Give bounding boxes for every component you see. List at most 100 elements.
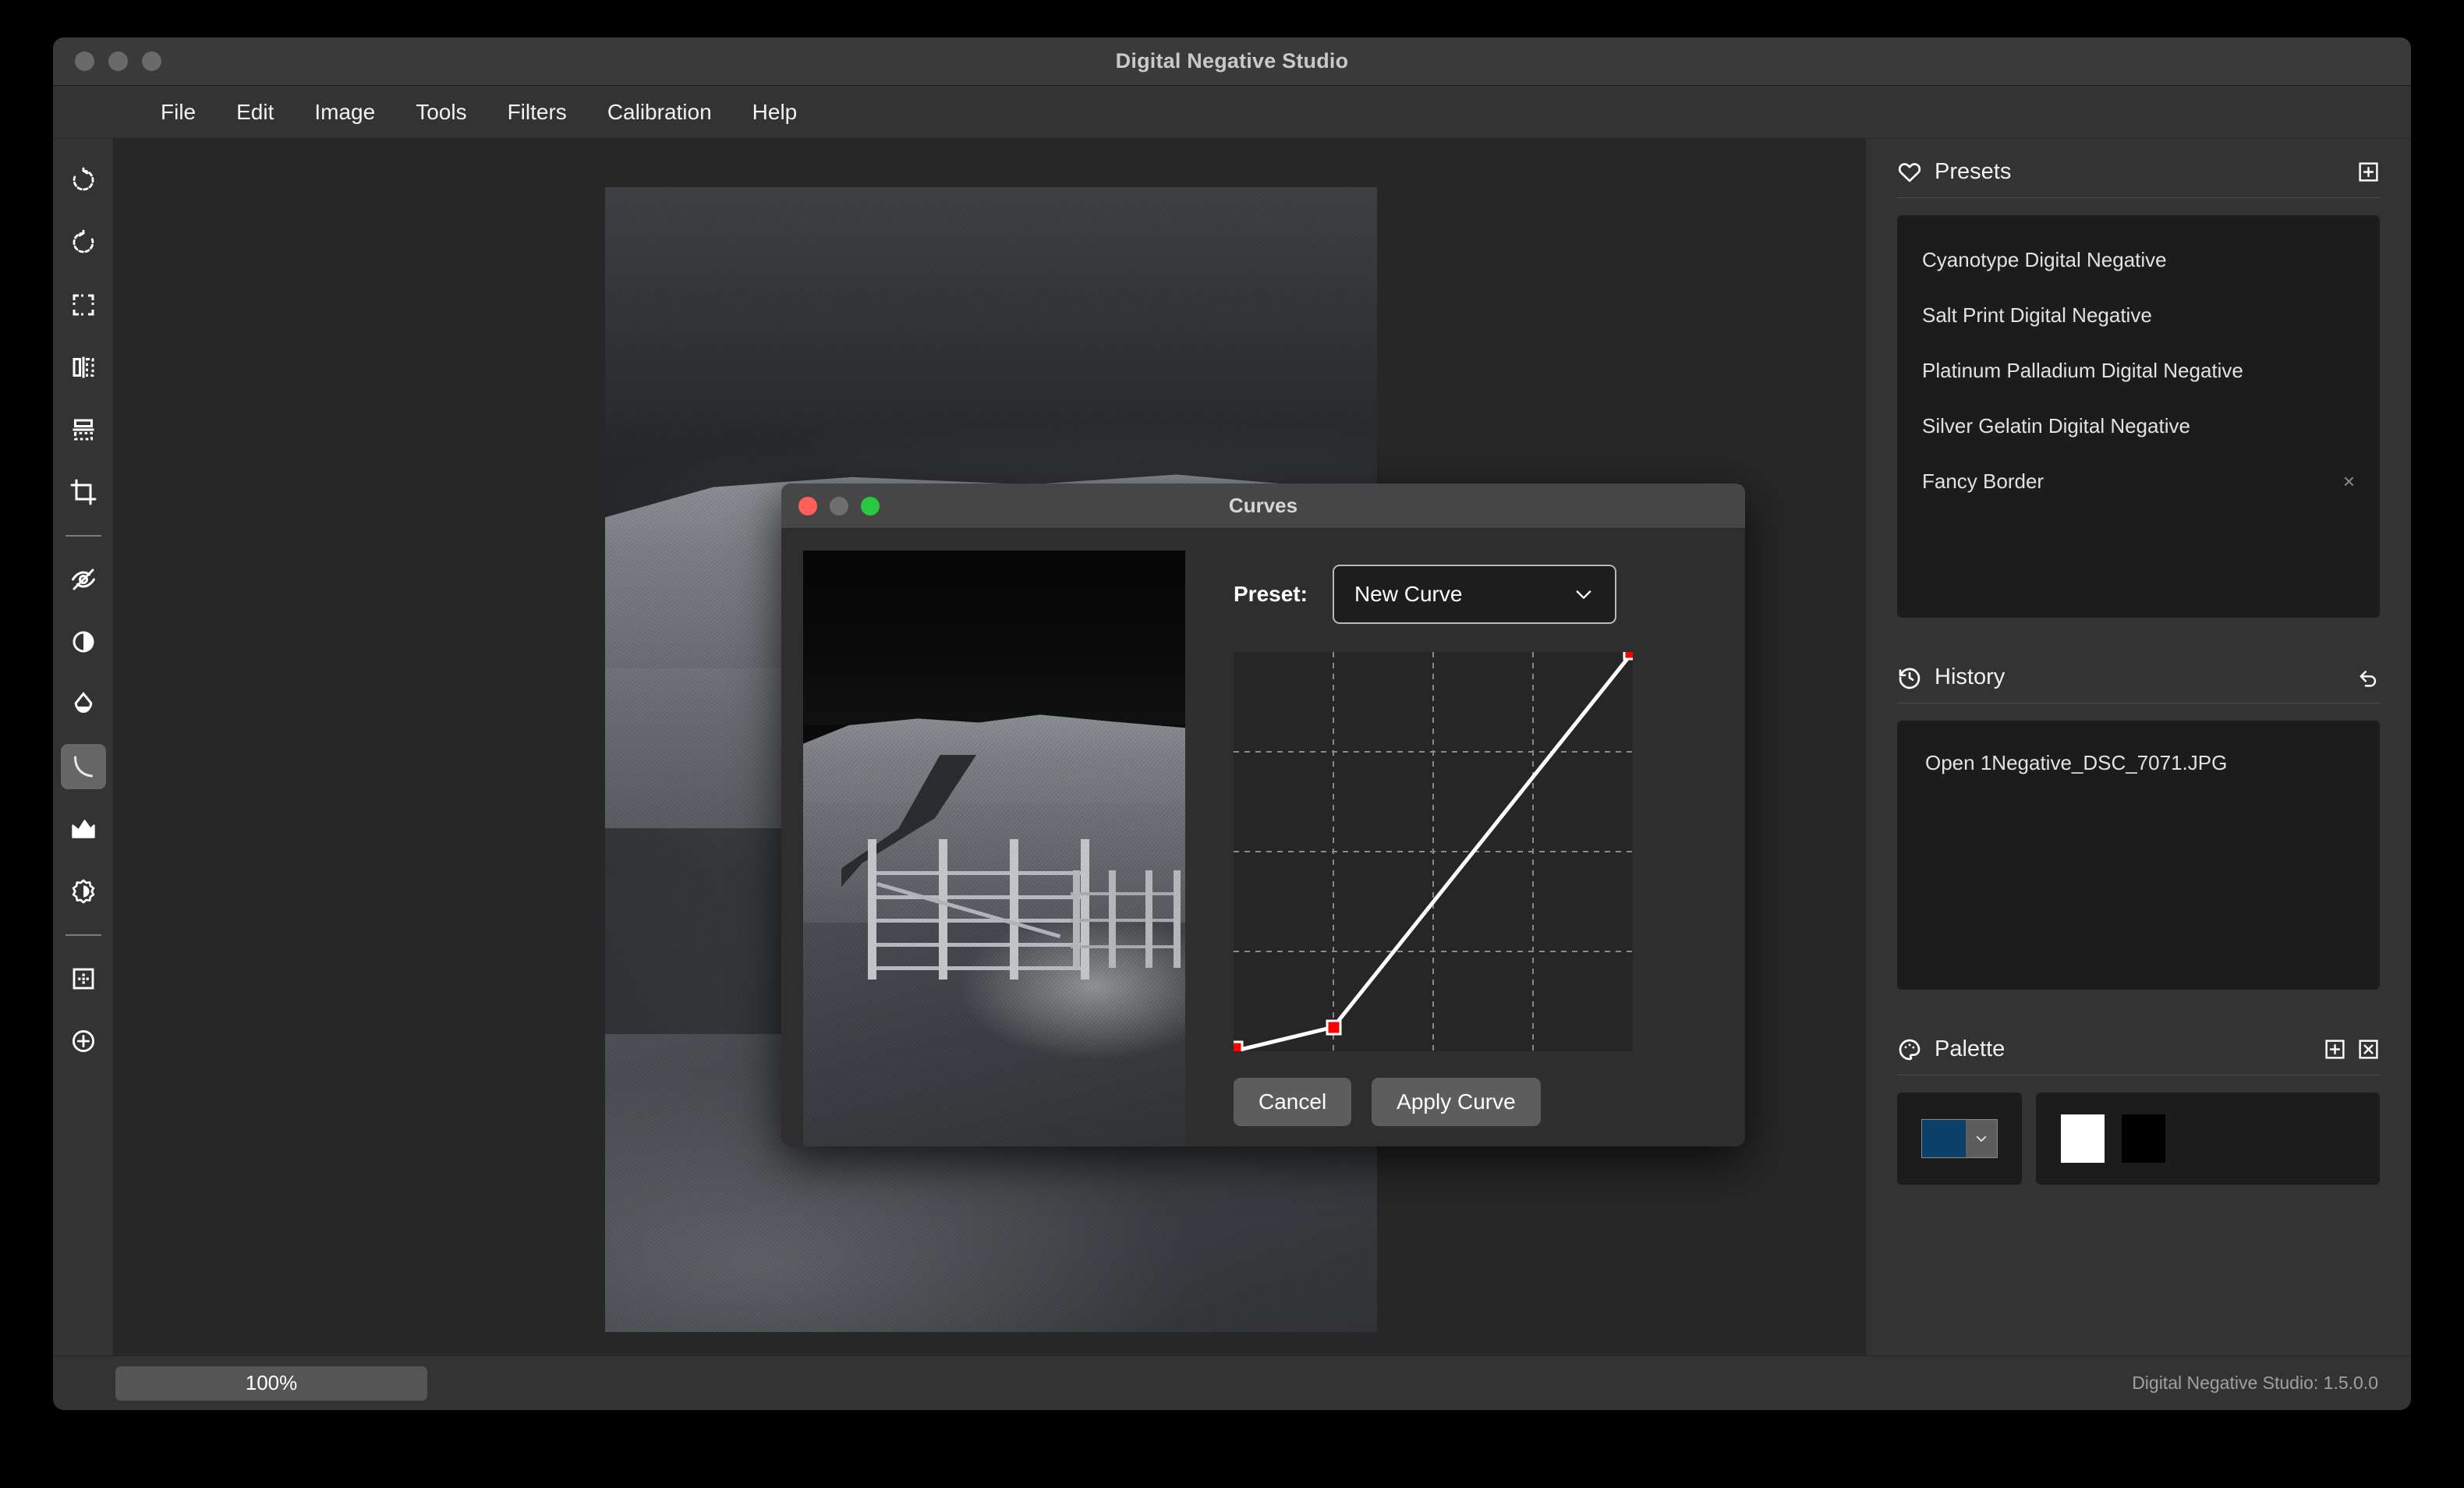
palette-area (1897, 1093, 2380, 1185)
menu-item-help[interactable]: Help (732, 95, 818, 129)
window-title: Digital Negative Studio (53, 49, 2411, 73)
tone-curve-graph[interactable] (1234, 652, 1633, 1051)
presets-panel-actions (2357, 161, 2380, 183)
main-body: Curves (53, 139, 2411, 1355)
crop-tool[interactable] (61, 469, 106, 515)
history-list[interactable]: Open 1Negative_DSC_7071.JPG (1897, 721, 2380, 990)
history-item[interactable]: Open 1Negative_DSC_7071.JPG (1897, 741, 2380, 785)
preset-item-label: Cyanotype Digital Negative (1922, 248, 2167, 272)
statusbar: 100% Digital Negative Studio: 1.5.0.0 (53, 1355, 2411, 1410)
preset-remove-icon[interactable]: × (2343, 469, 2355, 494)
menu-item-filters[interactable]: Filters (487, 95, 587, 129)
menu-item-file[interactable]: File (140, 95, 216, 129)
palette-swatch-white[interactable] (2061, 1114, 2105, 1163)
menu-item-image[interactable]: Image (294, 95, 395, 129)
droplet-tool[interactable] (61, 682, 106, 727)
cancel-button[interactable]: Cancel (1234, 1078, 1351, 1126)
flip-horizontal-icon (69, 353, 97, 381)
preset-item-label: Platinum Palladium Digital Negative (1922, 359, 2243, 383)
menu-item-tools[interactable]: Tools (395, 95, 487, 129)
preset-item-label: Salt Print Digital Negative (1922, 303, 2152, 328)
presets-panel-header: Presets (1897, 139, 2380, 198)
curve-preset-select[interactable]: New Curve (1333, 565, 1616, 624)
add-circle-icon (69, 1027, 97, 1055)
window-traffic-lights (75, 51, 161, 71)
preset-item-cyanotype[interactable]: Cyanotype Digital Negative (1897, 232, 2380, 288)
droplet-icon (69, 690, 97, 718)
image-canvas[interactable]: Curves (114, 139, 1865, 1355)
invert-icon (69, 565, 97, 593)
preview-grain (803, 551, 1185, 1146)
palette-panel-actions (2324, 1038, 2380, 1061)
undo-arrow-icon[interactable] (2357, 666, 2380, 689)
tone-curve-plot[interactable] (1234, 652, 1633, 1051)
curves-dialog-titlebar: Curves (781, 484, 1745, 529)
history-panel-actions (2357, 666, 2380, 689)
left-toolbar (53, 139, 114, 1355)
rotate-clockwise-icon (69, 166, 97, 194)
palette-swatch-list[interactable] (2036, 1093, 2380, 1185)
rotate-clockwise-tool[interactable] (61, 158, 106, 203)
presets-panel-title: Presets (1935, 159, 2345, 185)
flip-horizontal-tool[interactable] (61, 345, 106, 390)
right-sidebar: Presets Cyanotype Digital Negative Salt … (1865, 139, 2411, 1355)
curves-dialog-close-button[interactable] (798, 497, 817, 515)
curve-gridlines (1234, 652, 1633, 1051)
history-panel-title: History (1935, 664, 2345, 690)
add-circle-tool[interactable] (61, 1019, 106, 1064)
preset-item-label: Silver Gelatin Digital Negative (1922, 414, 2190, 438)
preset-item-silver-gelatin[interactable]: Silver Gelatin Digital Negative (1897, 399, 2380, 454)
curves-dialog-buttons: Cancel Apply Curve (1234, 1078, 1714, 1126)
contrast-tool[interactable] (61, 619, 106, 664)
select-rectangle-tool[interactable] (61, 282, 106, 328)
flip-vertical-tool[interactable] (61, 407, 106, 452)
menu-item-calibration[interactable]: Calibration (587, 95, 732, 129)
apply-curve-button[interactable]: Apply Curve (1372, 1078, 1541, 1126)
histogram-tool[interactable] (61, 806, 106, 852)
plus-box-icon[interactable] (2357, 161, 2380, 183)
palette-panel-header: Palette (1897, 1016, 2380, 1075)
preset-item-fancy-border[interactable]: Fancy Border × (1897, 454, 2380, 509)
x-box-icon[interactable] (2357, 1038, 2380, 1061)
window-titlebar: Digital Negative Studio (53, 37, 2411, 86)
curves-dialog-title: Curves (781, 494, 1745, 518)
rotate-counterclockwise-tool[interactable] (61, 220, 106, 265)
presets-list[interactable]: Cyanotype Digital Negative Salt Print Di… (1897, 215, 2380, 618)
contrast-icon (69, 628, 97, 656)
curves-dialog[interactable]: Curves (781, 484, 1745, 1146)
grain-icon (69, 965, 97, 993)
heart-icon (1897, 160, 1922, 185)
curve-preset-value: New Curve (1354, 582, 1462, 607)
brightness-tool[interactable] (61, 869, 106, 914)
chevron-down-icon (1974, 1132, 1988, 1146)
curves-dialog-body: Preset: New Curve (781, 529, 1745, 1146)
zoom-level-field[interactable]: 100% (115, 1366, 427, 1401)
curves-dialog-minimize-button[interactable] (830, 497, 848, 515)
curves-preview-pane (781, 529, 1207, 1146)
palette-current-color[interactable] (1897, 1093, 2022, 1185)
curves-dialog-maximize-button[interactable] (861, 497, 880, 515)
window-maximize-button[interactable] (142, 51, 161, 71)
history-panel-header: History (1897, 644, 2380, 703)
version-label: Digital Negative Studio: 1.5.0.0 (2132, 1373, 2378, 1394)
palette-swatch-black[interactable] (2122, 1114, 2165, 1163)
preset-item-salt-print[interactable]: Salt Print Digital Negative (1897, 288, 2380, 343)
select-rectangle-icon (69, 291, 97, 319)
plus-box-icon[interactable] (2324, 1038, 2346, 1061)
toolbar-divider-1 (65, 535, 101, 537)
invert-tool[interactable] (61, 557, 106, 602)
grain-tool[interactable] (61, 956, 106, 1001)
brightness-icon (69, 877, 97, 905)
crop-icon (69, 478, 97, 506)
current-color-swatch[interactable] (1921, 1119, 1998, 1158)
preset-item-platinum-palladium[interactable]: Platinum Palladium Digital Negative (1897, 343, 2380, 399)
application-window: Digital Negative Studio File Edit Image … (53, 37, 2411, 1410)
curves-tool[interactable] (61, 744, 106, 789)
window-close-button[interactable] (75, 51, 94, 71)
color-dropdown-button[interactable] (1966, 1120, 1997, 1157)
window-minimize-button[interactable] (108, 51, 128, 71)
toolbar-divider-2 (65, 934, 101, 936)
curve-preset-label: Preset: (1234, 582, 1308, 607)
menu-item-edit[interactable]: Edit (216, 95, 294, 129)
history-item-label: Open 1Negative_DSC_7071.JPG (1925, 751, 2227, 775)
